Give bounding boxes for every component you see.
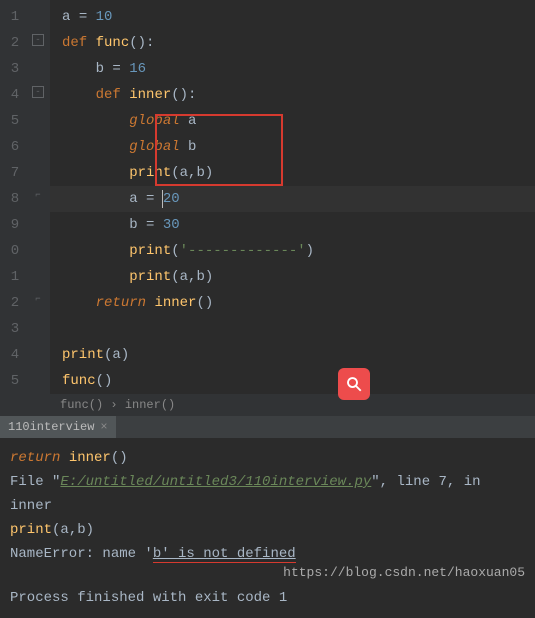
fold-icon[interactable]: - xyxy=(32,34,44,46)
tab-interview[interactable]: 110interview × xyxy=(0,416,116,438)
code-area[interactable]: a = 10 def func(): b = 16 def inner(): g… xyxy=(50,0,535,394)
tab-label: 110interview xyxy=(8,420,94,434)
fold-gutter: - - ⌐ ⌐ xyxy=(30,0,50,394)
console-output[interactable]: return inner() File "E:/untitled/untitle… xyxy=(0,438,535,618)
error-text: b' is not defined xyxy=(153,546,296,563)
fold-end-icon[interactable]: ⌐ xyxy=(32,294,44,306)
breadcrumb[interactable]: func() › inner() xyxy=(0,394,535,416)
search-button[interactable] xyxy=(338,368,370,400)
line-number-gutter: 123 456 789 012 345 xyxy=(0,0,30,394)
fold-end-icon[interactable]: ⌐ xyxy=(32,190,44,202)
exit-status: Process finished with exit code 1 xyxy=(10,586,525,610)
close-icon[interactable]: × xyxy=(100,420,107,434)
console-tabs: 110interview × xyxy=(0,416,535,438)
file-link[interactable]: E:/untitled/untitled3/110interview.py xyxy=(60,474,371,490)
code-editor[interactable]: 123 456 789 012 345 - - ⌐ ⌐ a = 10 def f… xyxy=(0,0,535,394)
fold-icon[interactable]: - xyxy=(32,86,44,98)
search-icon xyxy=(345,375,363,393)
watermark: https://blog.csdn.net/haoxuan05 xyxy=(283,565,525,580)
